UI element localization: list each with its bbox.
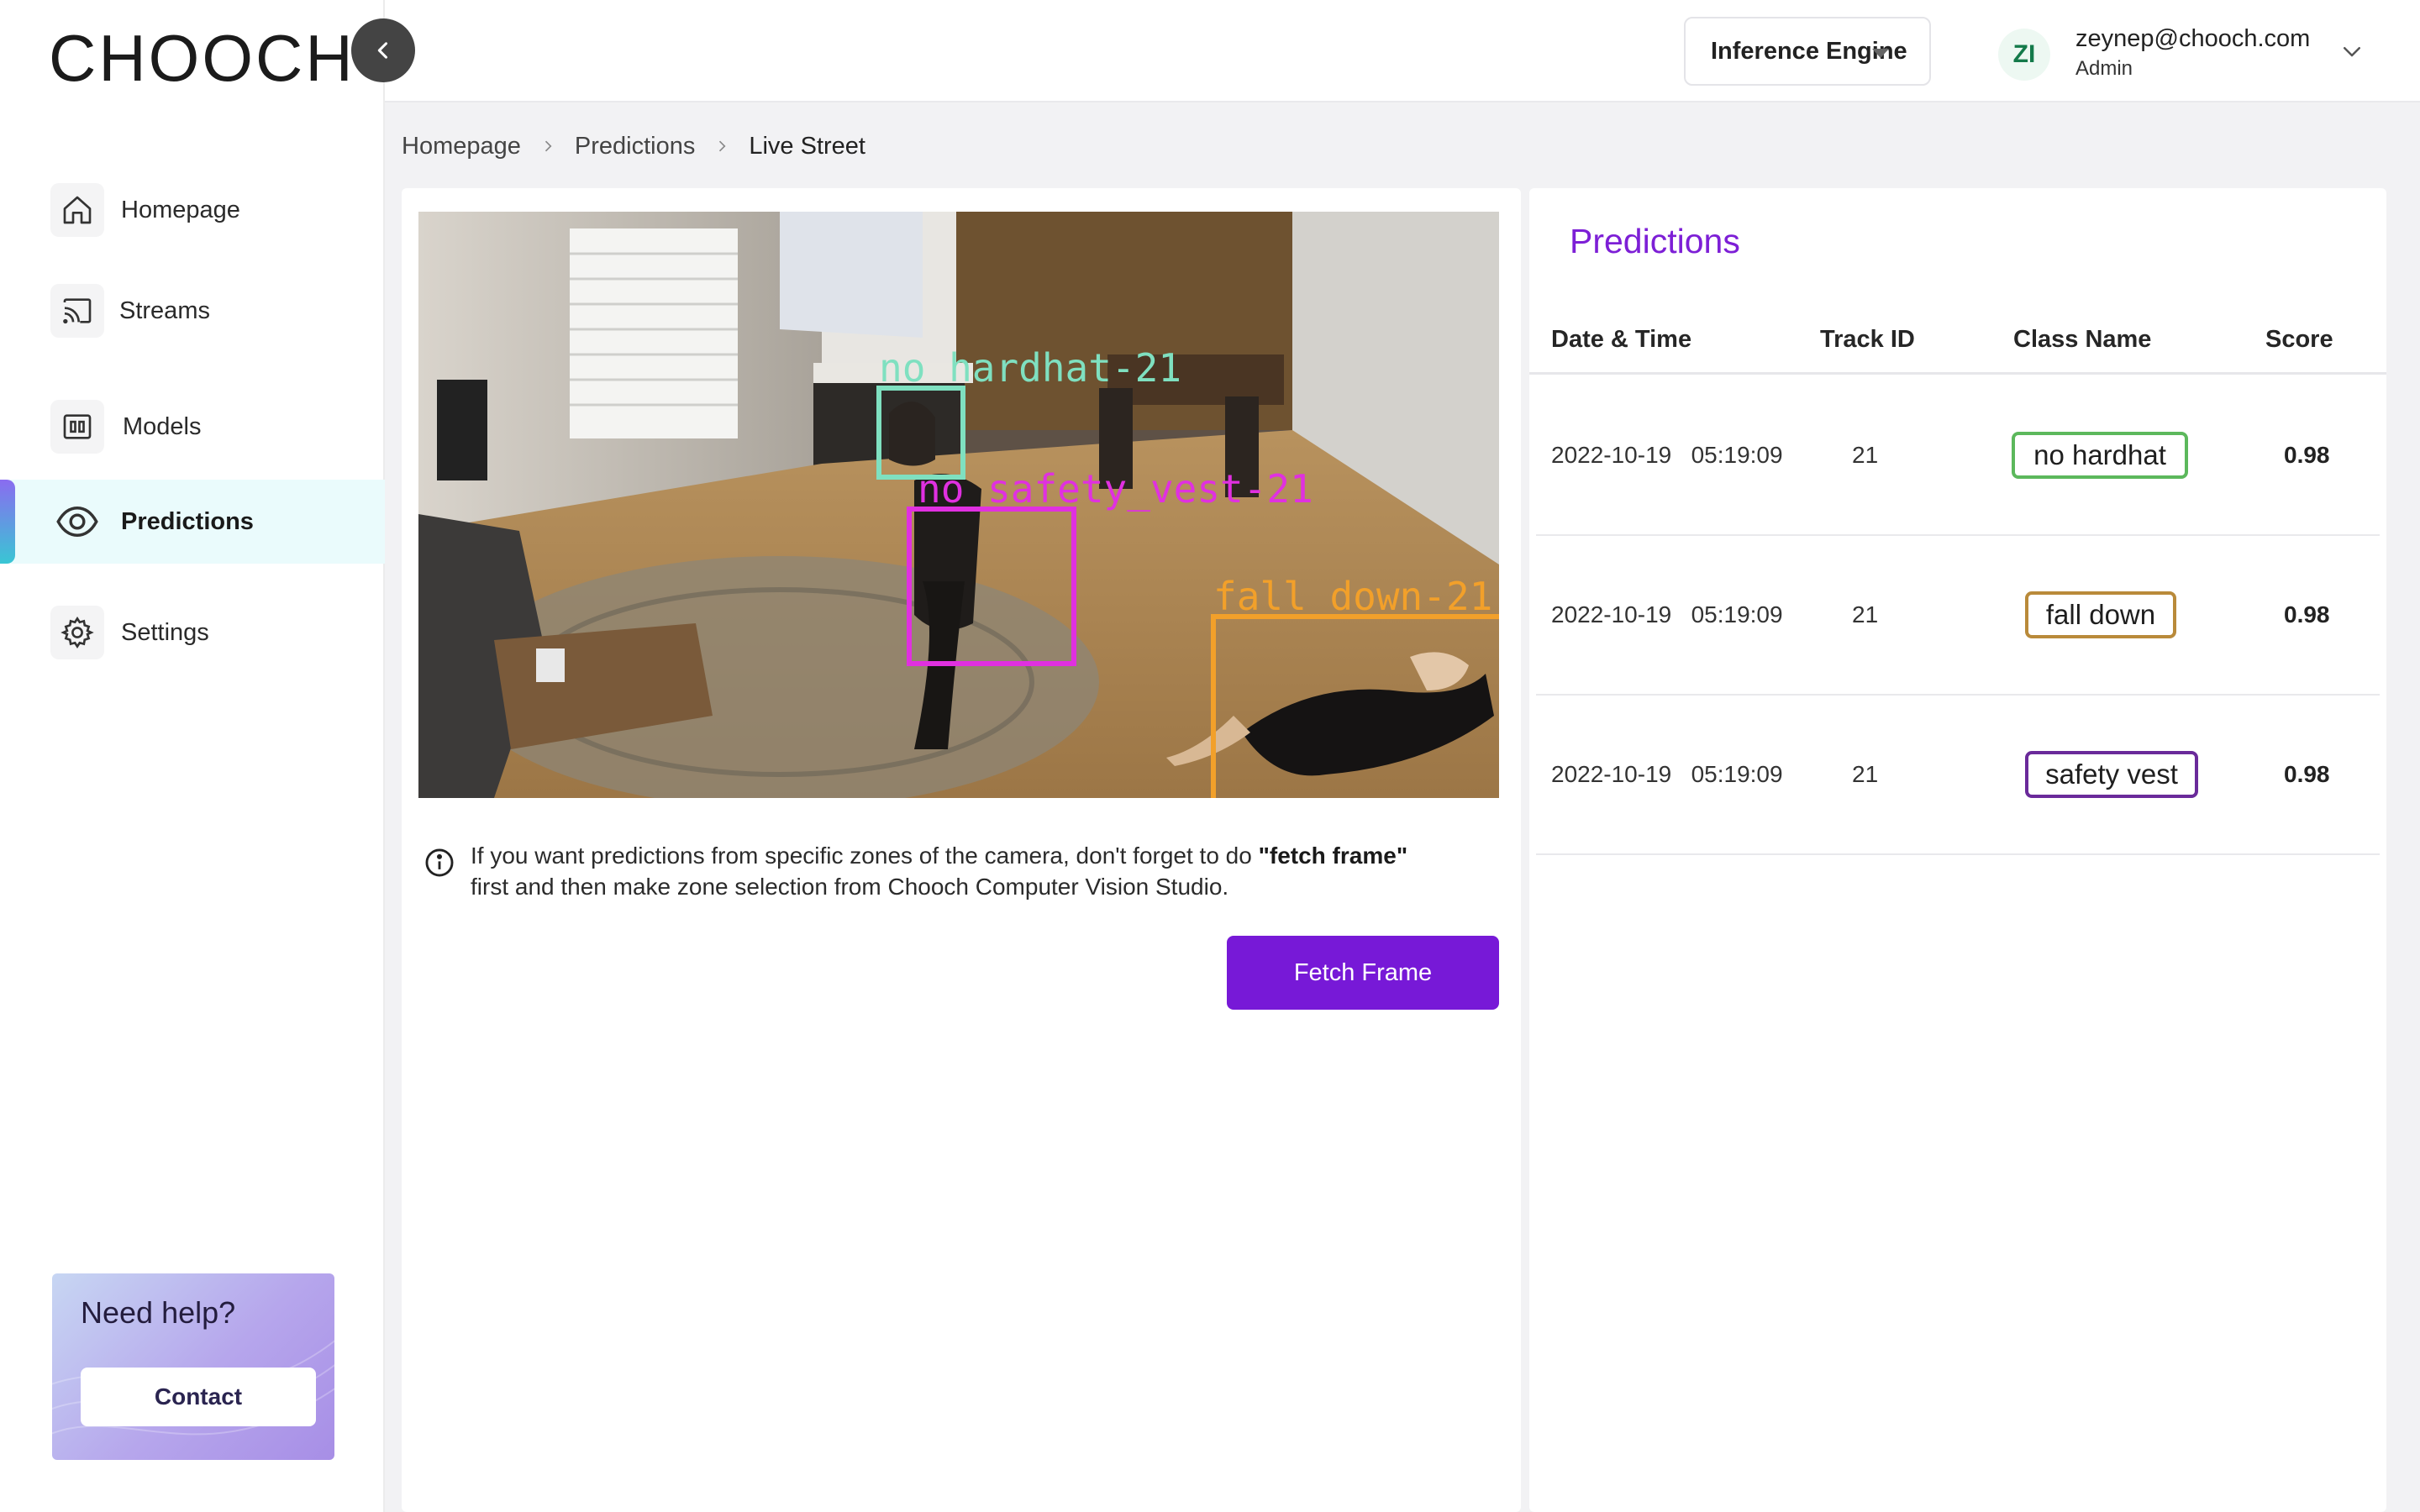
- sidebar-item-streams[interactable]: Streams: [0, 269, 385, 353]
- row-score: 0.98: [2284, 442, 2330, 468]
- info-text: If you want predictions from specific zo…: [471, 840, 1504, 902]
- sidebar-item-label: Homepage: [121, 196, 240, 223]
- sidebar-item-label: Streams: [119, 297, 210, 324]
- predictions-card: Predictions Date & Time Track ID Class N…: [1529, 188, 2386, 1512]
- row-score: 0.98: [2284, 761, 2330, 787]
- column-date-time[interactable]: Date & Time: [1551, 326, 1691, 354]
- breadcrumb-predictions[interactable]: Predictions: [575, 133, 695, 160]
- table-row[interactable]: 2022-10-19 05:19:09 21 no hardhat 0.98: [1536, 376, 2380, 536]
- chevron-right-icon: [713, 138, 730, 155]
- column-track-id[interactable]: Track ID: [1820, 326, 1915, 354]
- sidebar: CHOOCH Homepage Streams Models Predictio…: [0, 0, 385, 1512]
- help-title: Need help?: [81, 1295, 236, 1330]
- collapse-sidebar-button[interactable]: [351, 18, 415, 82]
- sidebar-item-predictions[interactable]: Predictions: [0, 480, 385, 564]
- column-class-name[interactable]: Class Name: [2013, 326, 2151, 354]
- stream-frame[interactable]: no_hardhat-21 no_safety_vest-21 fall_dow…: [418, 212, 1499, 798]
- sidebar-item-models[interactable]: Models: [0, 385, 385, 469]
- table-row[interactable]: 2022-10-19 05:19:09 21 fall down 0.98: [1536, 536, 2380, 696]
- cast-icon: [50, 284, 104, 338]
- info-text-bold: "fetch frame": [1258, 843, 1408, 869]
- chevron-down-icon[interactable]: [2339, 39, 2365, 68]
- fetch-frame-button[interactable]: Fetch Frame: [1227, 936, 1499, 1010]
- top-bar: Inference Engine ZI zeynep@chooch.com Ad…: [385, 0, 2420, 102]
- detection-label-no-safety-vest: no_safety_vest-21: [918, 466, 1313, 512]
- info-text-part-1: If you want predictions from specific zo…: [471, 843, 1252, 869]
- chooch-logo[interactable]: CHOOCH: [49, 20, 355, 97]
- stream-card: no_hardhat-21 no_safety_vest-21 fall_dow…: [402, 188, 1521, 1512]
- help-card: Need help? Contact: [52, 1273, 334, 1460]
- predictions-title: Predictions: [1570, 222, 1740, 260]
- row-date: 2022-10-19 05:19:09: [1551, 442, 1783, 468]
- detection-label-no-hardhat: no_hardhat-21: [879, 345, 1181, 391]
- gear-icon: [50, 606, 104, 659]
- class-badge: no hardhat: [2012, 432, 2188, 479]
- row-track-id: 21: [1852, 442, 1879, 468]
- row-date: 2022-10-19 05:19:09: [1551, 761, 1783, 787]
- row-score: 0.98: [2284, 601, 2330, 627]
- eye-icon: [50, 495, 104, 549]
- class-badge: fall down: [2025, 591, 2176, 638]
- chevron-left-icon: [377, 42, 388, 59]
- home-icon: [50, 183, 104, 237]
- row-track-id: 21: [1852, 601, 1879, 627]
- class-badge: safety vest: [2025, 751, 2198, 798]
- caret-down-icon: [1872, 49, 1889, 58]
- breadcrumb-current: Live Street: [749, 132, 865, 160]
- user-role: Admin: [2075, 57, 2133, 80]
- sidebar-item-homepage[interactable]: Homepage: [0, 168, 385, 252]
- row-track-id: 21: [1852, 761, 1879, 787]
- contact-button[interactable]: Contact: [81, 1368, 316, 1426]
- chevron-right-icon: [539, 138, 556, 155]
- sidebar-item-label: Models: [123, 412, 202, 440]
- avatar[interactable]: ZI: [1998, 29, 2050, 81]
- breadcrumb: Homepage Predictions Live Street: [402, 129, 865, 163]
- table-header: Date & Time Track ID Class Name Score: [1529, 311, 2386, 375]
- breadcrumb-homepage[interactable]: Homepage: [402, 133, 521, 160]
- table-row[interactable]: 2022-10-19 05:19:09 21 safety vest 0.98: [1536, 696, 2380, 855]
- sidebar-item-label: Settings: [121, 618, 209, 646]
- inference-engine-select[interactable]: Inference Engine: [1684, 17, 1931, 86]
- models-icon: [50, 400, 104, 454]
- sidebar-item-settings[interactable]: Settings: [0, 591, 385, 675]
- user-email: zeynep@chooch.com: [2075, 25, 2311, 52]
- active-indicator: [0, 480, 15, 564]
- detection-label-fall-down: fall_down-21: [1213, 574, 1492, 619]
- info-icon: [424, 847, 455, 883]
- row-date: 2022-10-19 05:19:09: [1551, 601, 1783, 627]
- camera-frame-image: no_hardhat-21 no_safety_vest-21 fall_dow…: [418, 212, 1499, 798]
- sidebar-item-label: Predictions: [121, 507, 254, 535]
- column-score[interactable]: Score: [2265, 326, 2333, 354]
- info-text-part-2: first and then make zone selection from …: [471, 874, 1229, 900]
